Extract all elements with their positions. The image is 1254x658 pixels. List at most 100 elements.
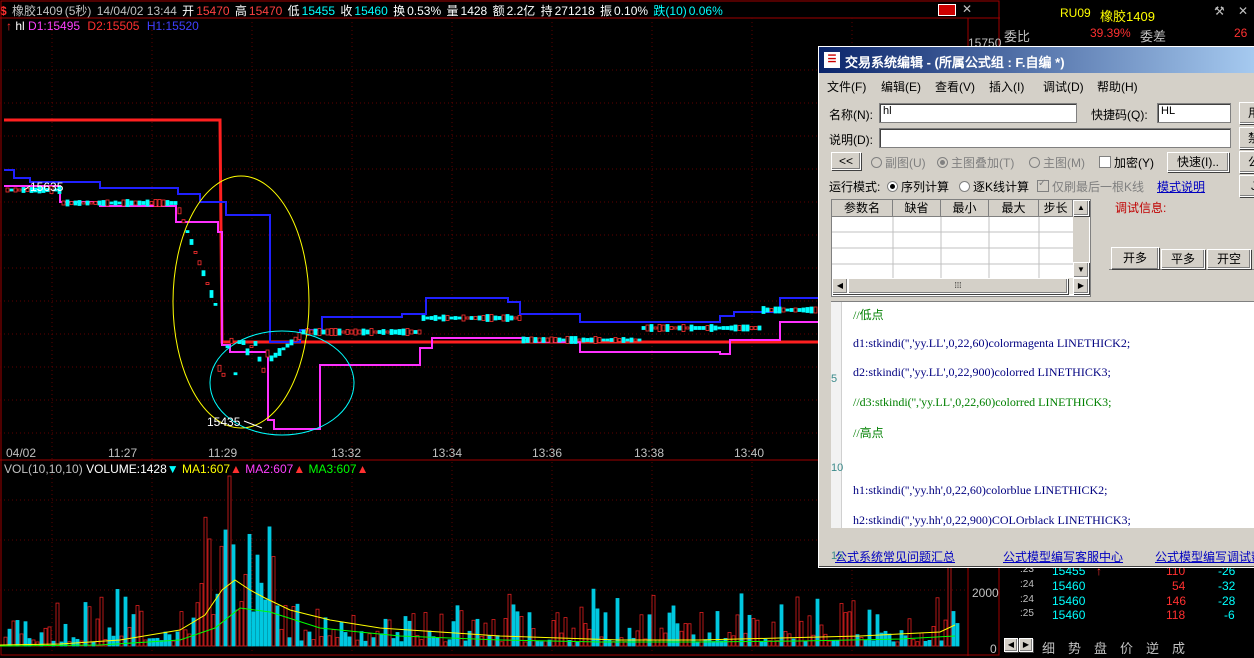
menu-help[interactable]: 帮助(H) <box>1097 78 1138 95</box>
volume-bar <box>39 632 44 647</box>
volume-bar <box>803 640 808 647</box>
menu-debug[interactable]: 调试(D) <box>1043 78 1084 95</box>
close-icon[interactable]: ✕ <box>1238 4 1248 18</box>
menu-edit[interactable]: 编辑(E) <box>881 78 921 95</box>
only-last-checkbox[interactable]: 仅刷最后一根K线 <box>1037 178 1144 195</box>
candle <box>533 337 538 343</box>
debug-label: 调试信息: <box>1115 201 1167 215</box>
volume-bar <box>155 637 160 647</box>
tab-price[interactable]: 价 <box>1120 638 1133 657</box>
volume-bar <box>343 632 348 647</box>
disable-button[interactable]: 禁 <box>1239 127 1254 149</box>
code-line[interactable]: //高点 <box>853 424 884 441</box>
candle <box>669 326 674 330</box>
x-label: 04/02 <box>6 446 37 460</box>
candle <box>329 328 334 336</box>
code-line[interactable]: h1:stkindi('','yy.hh',0,22,60)colorblue … <box>853 483 1108 498</box>
candle <box>457 316 462 320</box>
candle <box>5 187 10 193</box>
volume-bar <box>779 604 784 647</box>
candle <box>69 201 74 205</box>
dialog-title-bar[interactable]: ☰ 交易系统编辑 - (所属公式组 : F.自编 *) <box>819 47 1254 73</box>
header-tool-icon[interactable] <box>938 4 956 16</box>
volume-bar <box>631 637 636 647</box>
opt-main[interactable]: 主图(M) <box>1029 154 1085 171</box>
mode-desc-link[interactable]: 模式说明 <box>1157 178 1205 195</box>
tab-close-long[interactable]: 平多 <box>1161 249 1205 269</box>
candle <box>429 316 434 320</box>
scroll-thumb[interactable]: ⁞⁞⁞ <box>848 278 1068 294</box>
param-hscroll[interactable]: ◀ ⁞⁞⁞ ▶ <box>832 278 1089 294</box>
volume-bar <box>619 637 624 647</box>
code-line[interactable]: h2:stkindi('','yy.hh',0,22,900)COLOrblac… <box>853 513 1131 528</box>
collapse-button[interactable]: << <box>831 152 861 170</box>
opt-subchart[interactable]: 副图(U) <box>871 154 926 171</box>
run-seq-radio[interactable]: 序列计算 <box>887 178 949 195</box>
col-default[interactable]: 缺省 <box>893 200 941 217</box>
scroll-right-button[interactable]: ▶ <box>1019 638 1033 652</box>
volume-bar <box>63 623 68 647</box>
tab-trend[interactable]: 势 <box>1068 638 1081 657</box>
volume-bar <box>299 640 304 647</box>
scroll-left-button[interactable]: ◀ <box>832 278 848 294</box>
public-button[interactable]: 公 <box>1239 151 1254 173</box>
param-table[interactable]: 参数名 缺省 最小 最大 步长 ▲ ▼ ◀ ⁞⁞⁞ ▶ <box>831 199 1091 297</box>
candle <box>501 314 506 322</box>
tab-book[interactable]: 盘 <box>1094 638 1107 657</box>
formula-editor-dialog[interactable]: ☰ 交易系统编辑 - (所属公式组 : F.自编 *) 文件(F) 编辑(E) … <box>818 46 1254 568</box>
candle <box>421 315 426 321</box>
tab-reverse[interactable]: 逆 <box>1146 638 1159 657</box>
volume-bar <box>887 633 892 647</box>
code-line[interactable]: d1:stkindi('','yy.LL',0,22,60)colormagen… <box>853 336 1130 351</box>
col-param-name[interactable]: 参数名 <box>832 200 893 217</box>
volume-bar <box>235 609 240 647</box>
link-debug-help[interactable]: 公式模型编写调试帮助 <box>1155 548 1254 565</box>
candle <box>377 330 382 334</box>
candle <box>81 201 86 205</box>
volume-header: VOL(10,10,10) VOLUME:1428▼ MA1:607▲ MA2:… <box>4 462 368 476</box>
run-kline-radio[interactable]: 逐K线计算 <box>959 178 1029 195</box>
quick-button[interactable]: 快速(I).. <box>1167 152 1229 172</box>
tab-detail[interactable]: 细 <box>1042 638 1055 657</box>
scroll-up-button[interactable]: ▲ <box>1073 200 1089 216</box>
link-support[interactable]: 公式模型编写客服中心 <box>1003 548 1123 565</box>
col-min[interactable]: 最小 <box>941 200 989 217</box>
code-editor[interactable]: //低点 d1:stkindi('','yy.LL',0,22,60)colorm… <box>831 301 1254 562</box>
volume-bar <box>459 610 464 647</box>
tab-trades[interactable]: 成 <box>1172 638 1185 657</box>
menu-view[interactable]: 查看(V) <box>935 78 975 95</box>
volume-bar <box>219 545 224 647</box>
col-step[interactable]: 步长 <box>1039 200 1073 217</box>
encrypt-checkbox[interactable]: 加密(Y) <box>1099 154 1154 171</box>
volume-bar <box>599 636 604 647</box>
extra-button[interactable]: J <box>1239 175 1254 197</box>
volume-bar <box>127 627 132 647</box>
tab-open-short[interactable]: 开空 <box>1207 249 1251 269</box>
code-line[interactable]: //低点 <box>853 306 884 323</box>
close-chart-icon[interactable]: ✕ <box>962 2 972 16</box>
volume-bar <box>791 638 796 647</box>
volume-bar <box>843 612 848 647</box>
x-label: 13:34 <box>432 446 463 460</box>
scroll-down-button[interactable]: ▼ <box>1073 262 1089 278</box>
shortcut-input[interactable]: HL <box>1157 103 1231 123</box>
menu-insert[interactable]: 插入(I) <box>989 78 1024 95</box>
code-line[interactable]: d2:stkindi('','yy.LL',0,22,900)colorred … <box>853 365 1111 380</box>
candle <box>613 337 618 343</box>
menu-file[interactable]: 文件(F) <box>827 78 866 95</box>
col-max[interactable]: 最大 <box>989 200 1039 217</box>
code-line[interactable]: //d3:stkindi('','yy.LL',0,22,60)colorred… <box>853 395 1112 410</box>
name-input[interactable]: hl <box>879 103 1077 123</box>
volume-bar <box>643 638 648 647</box>
candle <box>337 328 342 336</box>
scroll-left-button[interactable]: ◀ <box>1004 638 1018 652</box>
link-faq[interactable]: 公式系统常见问题汇总 <box>835 548 955 565</box>
tab-open-long[interactable]: 开多 <box>1111 247 1159 269</box>
param-vscroll[interactable]: ▲ ▼ <box>1073 200 1089 278</box>
settings-icon[interactable]: ⚒ <box>1214 4 1225 18</box>
use-button[interactable]: 用 <box>1239 102 1254 124</box>
candle <box>577 338 582 342</box>
scroll-right-button[interactable]: ▶ <box>1073 278 1089 294</box>
desc-input[interactable] <box>879 128 1231 148</box>
opt-overlay[interactable]: 主图叠加(T) <box>937 154 1014 171</box>
